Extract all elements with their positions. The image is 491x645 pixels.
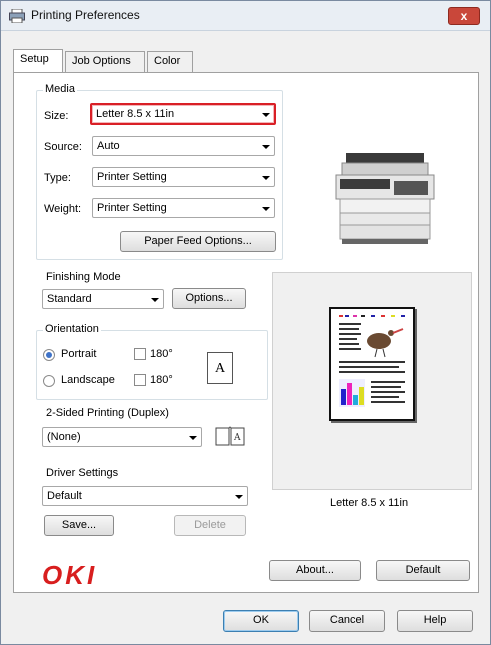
- chevron-down-icon: [262, 113, 270, 117]
- setup-panel: Media Size: Letter 8.5 x 11in Source: Au…: [13, 72, 479, 593]
- page-thumbnail: [329, 307, 415, 421]
- chevron-down-icon: [189, 436, 197, 440]
- weight-select[interactable]: Printer Setting: [92, 198, 275, 218]
- window-title: Printing Preferences: [31, 8, 140, 22]
- paper-feed-options-button[interactable]: Paper Feed Options...: [120, 231, 276, 252]
- orientation-page-icon: A: [207, 352, 233, 384]
- source-label: Source:: [44, 141, 82, 153]
- finishing-mode-select[interactable]: Standard: [42, 289, 164, 309]
- chevron-down-icon: [262, 176, 270, 180]
- portrait-radio[interactable]: [43, 349, 55, 361]
- tab-setup[interactable]: Setup: [13, 49, 63, 72]
- about-button[interactable]: About...: [269, 560, 361, 581]
- chevron-down-icon: [151, 298, 159, 302]
- close-button[interactable]: x: [448, 7, 480, 25]
- portrait-rotate-180-label: 180°: [150, 348, 173, 360]
- tab-job-options-label: Job Options: [72, 55, 131, 67]
- page-thumbnail-art: [339, 315, 405, 407]
- landscape-rotate-180-label: 180°: [150, 374, 173, 386]
- title-bar: Printing Preferences x: [1, 1, 490, 31]
- tab-color[interactable]: Color: [147, 51, 193, 72]
- landscape-radio[interactable]: [43, 375, 55, 387]
- printing-preferences-dialog: Printing Preferences x Setup Job Options…: [0, 0, 491, 645]
- ok-button[interactable]: OK: [223, 610, 299, 632]
- size-select[interactable]: Letter 8.5 x 11in: [90, 103, 276, 125]
- driver-settings-value: Default: [47, 490, 82, 502]
- source-select[interactable]: Auto: [92, 136, 275, 156]
- portrait-label: Portrait: [61, 348, 97, 360]
- media-legend: Media: [43, 83, 77, 95]
- printer-icon: [9, 9, 25, 23]
- page-preview: [272, 272, 472, 490]
- finishing-legend: Finishing Mode: [44, 271, 123, 283]
- size-select-value: Letter 8.5 x 11in: [96, 108, 175, 120]
- duplex-select-value: (None): [47, 431, 81, 443]
- finishing-mode-value: Standard: [47, 293, 92, 305]
- oki-logo: OKI: [42, 560, 98, 590]
- landscape-rotate-180-checkbox[interactable]: [134, 374, 146, 386]
- portrait-rotate-180-checkbox[interactable]: [134, 348, 146, 360]
- size-label: Size:: [44, 110, 69, 122]
- orientation-legend: Orientation: [43, 323, 101, 335]
- duplex-select[interactable]: (None): [42, 427, 202, 447]
- delete-button: Delete: [174, 515, 246, 536]
- default-button[interactable]: Default: [376, 560, 470, 581]
- weight-select-value: Printer Setting: [97, 202, 167, 214]
- help-button[interactable]: Help: [397, 610, 473, 632]
- save-button[interactable]: Save...: [44, 515, 114, 536]
- tab-job-options[interactable]: Job Options: [65, 51, 145, 72]
- orientation-page-letter: A: [215, 361, 226, 376]
- duplex-legend: 2-Sided Printing (Duplex): [44, 407, 171, 419]
- tab-setup-label: Setup: [20, 53, 49, 65]
- driver-settings-select[interactable]: Default: [42, 486, 248, 506]
- landscape-label: Landscape: [61, 374, 115, 386]
- close-icon: x: [460, 9, 468, 23]
- svg-text:A: A: [233, 433, 241, 443]
- book-icon: A: [215, 426, 245, 446]
- tab-color-label: Color: [154, 55, 181, 67]
- weight-label: Weight:: [44, 203, 82, 215]
- orientation-group: Orientation: [36, 323, 268, 400]
- source-select-value: Auto: [97, 140, 120, 152]
- type-select[interactable]: Printer Setting: [92, 167, 275, 187]
- chevron-down-icon: [235, 495, 243, 499]
- chevron-down-icon: [262, 207, 270, 211]
- type-select-value: Printer Setting: [97, 171, 167, 183]
- preview-caption: Letter 8.5 x 11in: [330, 497, 409, 509]
- driver-settings-legend: Driver Settings: [44, 467, 121, 479]
- printer-image: [335, 153, 435, 244]
- finishing-options-button[interactable]: Options...: [172, 288, 246, 309]
- chevron-down-icon: [262, 145, 270, 149]
- type-label: Type:: [44, 172, 71, 184]
- cancel-button[interactable]: Cancel: [309, 610, 385, 632]
